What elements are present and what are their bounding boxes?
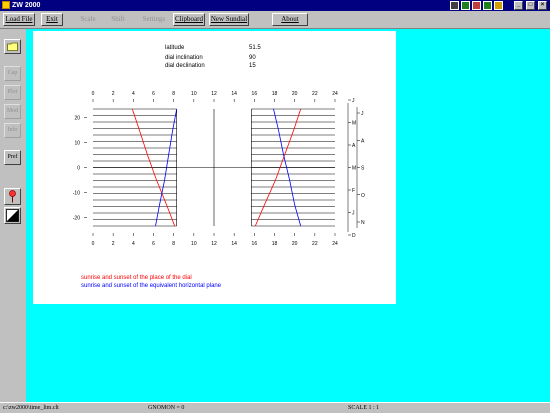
month-label-2: O [361,193,365,199]
sunrise-sunset-chart: 0022446688101012121414161618182020222224… [73,91,365,247]
x-tick-label-top: 4 [132,91,135,97]
y-tick-label: 20 [74,116,80,122]
close-icon[interactable]: × [538,1,547,10]
status-bar: c:\zw2000\time_lim.clt GNOMON = 0 SCALE … [0,402,550,413]
cap-button[interactable]: Cap [4,66,21,81]
x-tick-label-bottom: 14 [231,241,237,247]
status-file: c:\zw2000\time_lim.clt [3,405,59,411]
exit-button[interactable]: Exit [41,13,63,26]
scale-button[interactable]: Scale [77,13,99,26]
x-tick-label-bottom: 18 [272,241,278,247]
title-bar: ZW 2000 _ □ × [0,0,550,11]
status-scale: SCALE 1 : 1 [348,405,380,411]
month-label-2: A [361,138,365,144]
status-gnomon: GNOMON = 0 [148,405,185,411]
month-label: J [352,98,355,104]
contrast-tool-button[interactable] [4,207,21,224]
tray-icon-1[interactable] [450,1,459,10]
x-tick-label-bottom: 16 [252,241,258,247]
clipboard-button[interactable]: Clipboard [173,13,205,26]
x-tick-label-bottom: 10 [191,241,197,247]
load-file-button[interactable]: Load File [3,13,35,26]
contrast-icon [6,209,19,222]
month-label: F [352,188,355,194]
y-tick-label: -10 [73,190,80,196]
app-icon [2,1,10,9]
folder-icon [7,42,18,51]
x-tick-label-bottom: 24 [332,241,338,247]
x-tick-label-top: 10 [191,91,197,97]
x-tick-label-bottom: 6 [152,241,155,247]
month-label: M [352,166,356,172]
month-label-2: N [361,220,365,226]
month-label-2: S [361,166,365,172]
legend-red: sunrise and sunset of the place of the d… [81,275,192,281]
month-label: A [352,143,356,149]
month-label: J [352,211,355,217]
legend-blue: sunrise and sunset of the equivalent hor… [81,283,222,289]
month-label: M [352,121,356,127]
x-tick-label-top: 0 [92,91,95,97]
x-tick-label-top: 18 [272,91,278,97]
x-tick-label-bottom: 12 [211,241,217,247]
open-folder-button[interactable] [4,39,21,54]
x-tick-label-top: 24 [332,91,338,97]
month-label: D [352,233,356,239]
x-tick-label-top: 20 [292,91,298,97]
shift-button[interactable]: Shift [107,13,129,26]
x-tick-label-top: 14 [231,91,237,97]
plot-button[interactable]: Plot [4,85,21,100]
month-label-2: J [361,111,364,117]
tray-icon-5[interactable] [494,1,503,10]
x-tick-label-bottom: 0 [92,241,95,247]
info-button[interactable]: Info [4,123,21,138]
toolbar: Load File Exit Scale Shift Settings Clip… [0,11,550,29]
left-tool-panel: Cap Plot Mod Info Pref [0,29,26,402]
x-tick-label-bottom: 20 [292,241,298,247]
x-tick-label-bottom: 4 [132,241,135,247]
tray-icon-4[interactable] [483,1,492,10]
pin-icon [9,190,16,203]
minimize-icon[interactable]: _ [514,1,523,10]
y-tick-label: -20 [73,215,80,221]
mod-button[interactable]: Mod [4,104,21,119]
x-tick-label-top: 22 [312,91,318,97]
pref-button[interactable]: Pref [4,150,21,165]
x-tick-label-bottom: 8 [172,241,175,247]
x-tick-label-top: 12 [211,91,217,97]
tray-icon-2[interactable] [461,1,470,10]
tray-icon-3[interactable] [472,1,481,10]
x-tick-label-bottom: 22 [312,241,318,247]
settings-button[interactable]: Settings [140,13,168,26]
y-tick-label: 0 [77,166,80,172]
y-tick-label: 10 [74,141,80,147]
x-tick-label-bottom: 2 [112,241,115,247]
x-tick-label-top: 16 [252,91,258,97]
x-tick-label-top: 6 [152,91,155,97]
new-sundial-button[interactable]: New Sundial [209,13,249,26]
x-tick-label-top: 8 [172,91,175,97]
sundial-canvas: latitude 51.5 dial inclination 90 dial d… [33,31,396,304]
x-tick-label-top: 2 [112,91,115,97]
about-button[interactable]: About [272,13,308,26]
pin-tool-button[interactable] [4,188,21,205]
maximize-icon[interactable]: □ [526,1,535,10]
window-title: ZW 2000 [12,2,41,9]
